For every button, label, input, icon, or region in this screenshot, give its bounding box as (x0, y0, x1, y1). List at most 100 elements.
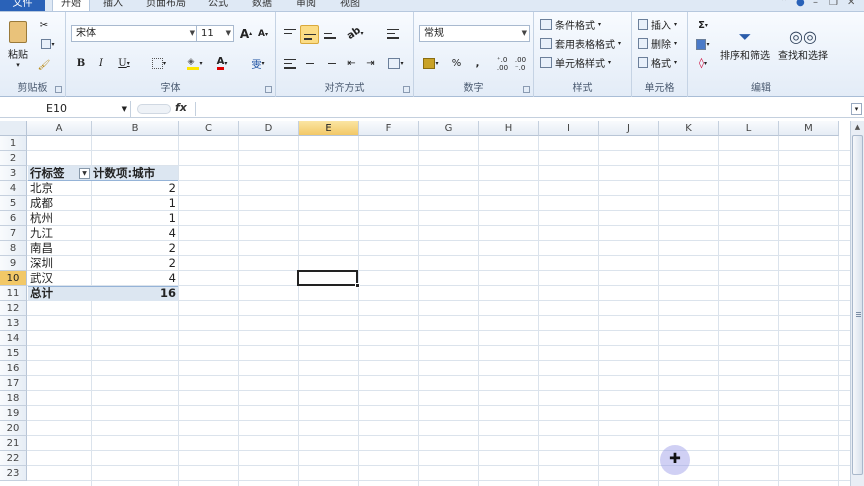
font-size-combo[interactable]: 11 ▼ (196, 25, 234, 42)
comma-button[interactable]: , (469, 55, 486, 72)
grow-font-button[interactable]: A ▴ (238, 25, 254, 42)
expand-formula-bar-icon[interactable]: ▾ (851, 103, 862, 115)
percent-button[interactable]: % (448, 55, 465, 72)
scroll-up-icon[interactable]: ▲ (852, 122, 863, 133)
column-header-l[interactable]: L (719, 121, 779, 136)
tab-data[interactable]: 数据 (252, 0, 272, 11)
row-header-11[interactable]: 11 (0, 286, 27, 301)
copy-button[interactable]: ▾ (37, 36, 59, 52)
increase-indent-button[interactable]: ⇥ (362, 55, 379, 72)
decrease-indent-button[interactable]: ⇤ (343, 55, 360, 72)
fill-handle[interactable] (355, 283, 360, 288)
format-cells-button[interactable]: 格式 ▾ (638, 55, 677, 70)
phonetic-button[interactable]: 雯 ▾ (246, 55, 270, 72)
conditional-formatting-button[interactable]: 条件格式 ▾ (540, 17, 601, 32)
clipboard-launcher-icon[interactable] (55, 86, 62, 93)
column-header-e[interactable]: E (299, 121, 359, 136)
number-launcher-icon[interactable] (523, 86, 530, 93)
row-header-8[interactable]: 8 (0, 241, 27, 256)
sort-filter-button[interactable]: ⏷ 排序和筛选 (716, 16, 774, 72)
tab-view[interactable]: 视图 (340, 0, 360, 11)
row-header-13[interactable]: 13 (0, 316, 27, 331)
pivot-count-cell[interactable]: 2 (93, 256, 176, 271)
pivot-count-cell[interactable]: 4 (93, 271, 176, 286)
pivot-city-cell[interactable]: 九江 (30, 226, 53, 241)
row-header-21[interactable]: 21 (0, 436, 27, 451)
alignment-launcher-icon[interactable] (403, 86, 410, 93)
font-launcher-icon[interactable] (265, 86, 272, 93)
window-close-icon[interactable]: ✕ (847, 0, 855, 8)
column-header-j[interactable]: J (599, 121, 659, 136)
format-painter-button[interactable]: 🖌 (37, 57, 51, 73)
tab-home[interactable]: 开始 (52, 0, 90, 11)
pivot-count-cell[interactable]: 2 (93, 181, 176, 196)
row-header-14[interactable]: 14 (0, 331, 27, 346)
fill-color-button[interactable]: ◈ ▾ (183, 55, 207, 72)
row-header-9[interactable]: 9 (0, 256, 27, 271)
tab-file[interactable]: 文件 (0, 0, 45, 11)
pivot-total-value[interactable]: 16 (93, 286, 176, 301)
font-name-combo[interactable]: 宋体 ▼ (71, 25, 198, 42)
fill-button[interactable]: ▾ (693, 36, 713, 52)
column-header-h[interactable]: H (479, 121, 539, 136)
active-cell-e10[interactable] (297, 270, 360, 288)
minimize-ribbon-icon[interactable]: ⌃ (780, 0, 788, 8)
cell-styles-button[interactable]: 单元格样式 ▾ (540, 55, 611, 70)
insert-function-button[interactable]: fx (175, 101, 187, 114)
column-header-g[interactable]: G (419, 121, 479, 136)
splitter-handle[interactable] (137, 104, 171, 114)
pivot-city-cell[interactable]: 杭州 (30, 211, 53, 226)
help-icon[interactable]: ● (796, 0, 805, 8)
number-format-combo[interactable]: 常规 ▼ (419, 25, 530, 42)
window-restore-icon[interactable]: ❐ (829, 0, 838, 8)
insert-cells-button[interactable]: 插入 ▾ (638, 17, 677, 32)
borders-button[interactable]: ▾ (147, 55, 171, 72)
row-header-16[interactable]: 16 (0, 361, 27, 376)
row-header-3[interactable]: 3 (0, 166, 27, 181)
formula-input[interactable] (200, 101, 840, 117)
format-as-table-button[interactable]: 套用表格格式 ▾ (540, 36, 621, 51)
window-minimize-icon[interactable]: – (813, 0, 818, 8)
align-top-button[interactable] (281, 25, 298, 42)
vertical-scrollbar[interactable]: ▲ (850, 121, 864, 486)
row-header-1[interactable]: 1 (0, 136, 27, 151)
align-center-button[interactable] (301, 55, 318, 72)
accounting-format-button[interactable]: ▾ (419, 55, 443, 72)
column-header-b[interactable]: B (92, 121, 179, 136)
column-header-c[interactable]: C (179, 121, 239, 136)
cut-button[interactable]: ✂ (37, 17, 51, 33)
row-header-18[interactable]: 18 (0, 391, 27, 406)
column-header-a[interactable]: A (27, 121, 92, 136)
row-header-10[interactable]: 10 (0, 271, 27, 286)
bold-button[interactable]: B (73, 55, 89, 72)
row-header-12[interactable]: 12 (0, 301, 27, 316)
row-header-22[interactable]: 22 (0, 451, 27, 466)
pivot-city-cell[interactable]: 成都 (30, 196, 53, 211)
name-box[interactable]: E10 ▼ (0, 101, 131, 117)
row-header-15[interactable]: 15 (0, 346, 27, 361)
delete-cells-button[interactable]: 删除 ▾ (638, 36, 677, 51)
pivot-value-header[interactable]: 计数项:城市 (93, 166, 155, 181)
shrink-font-button[interactable]: A ▾ (256, 26, 270, 42)
underline-button[interactable]: U ▾ (113, 55, 135, 72)
column-header-m[interactable]: M (779, 121, 839, 136)
align-bottom-button[interactable] (321, 25, 338, 42)
row-header-20[interactable]: 20 (0, 421, 27, 436)
row-header-4[interactable]: 4 (0, 181, 27, 196)
column-header-i[interactable]: I (539, 121, 599, 136)
decrease-decimal-button[interactable]: .00 ⁻.0 (512, 55, 529, 72)
clear-button[interactable]: ◊ ▾ (693, 55, 713, 71)
pivot-city-cell[interactable]: 武汉 (30, 271, 53, 286)
column-header-d[interactable]: D (239, 121, 299, 136)
row-header-23[interactable]: 23 (0, 466, 27, 481)
pivot-count-cell[interactable]: 4 (93, 226, 176, 241)
find-select-button[interactable]: ◎◎ 查找和选择 (774, 16, 832, 72)
pivot-city-cell[interactable]: 北京 (30, 181, 53, 196)
row-header-2[interactable]: 2 (0, 151, 27, 166)
align-right-button[interactable] (321, 55, 338, 72)
column-header-k[interactable]: K (659, 121, 719, 136)
pivot-count-cell[interactable]: 1 (93, 211, 176, 226)
pivot-total-label[interactable]: 总计 (30, 286, 53, 301)
tab-insert[interactable]: 插入 (103, 0, 123, 11)
increase-decimal-button[interactable]: ⁺.0.00 (494, 55, 511, 72)
